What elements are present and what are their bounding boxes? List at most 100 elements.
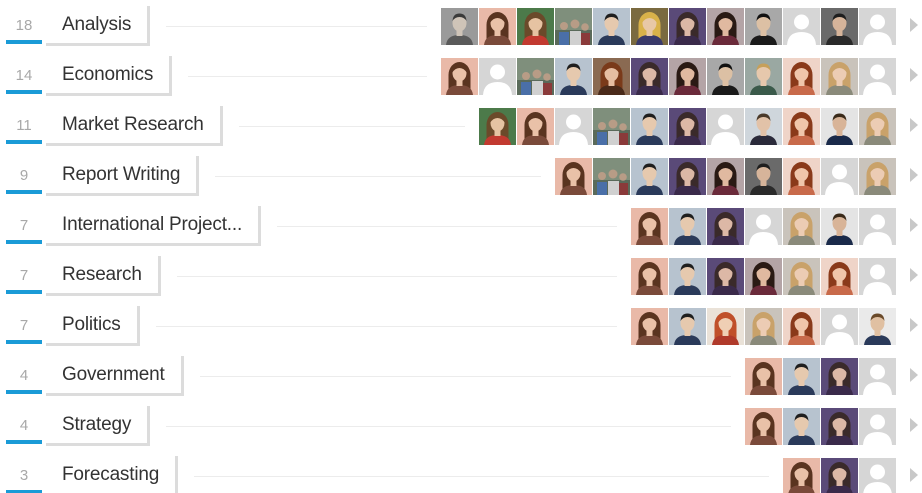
endorser-avatar[interactable] bbox=[821, 208, 858, 245]
endorser-avatar[interactable] bbox=[783, 208, 820, 245]
endorser-avatar[interactable] bbox=[707, 208, 744, 245]
skill-row[interactable]: 4 Strategy bbox=[0, 404, 922, 449]
endorser-avatar[interactable] bbox=[669, 108, 706, 145]
skill-name-pill[interactable]: Report Writing bbox=[46, 156, 200, 196]
endorsement-count[interactable]: 7 bbox=[6, 306, 42, 344]
endorser-avatar[interactable] bbox=[631, 158, 668, 195]
endorser-avatar[interactable] bbox=[821, 358, 858, 395]
chevron-right-icon[interactable] bbox=[910, 18, 918, 32]
skill-name-pill[interactable]: Forecasting bbox=[46, 456, 179, 493]
endorser-avatar[interactable] bbox=[745, 258, 782, 295]
endorser-avatar[interactable] bbox=[745, 208, 782, 245]
endorsement-count[interactable]: 4 bbox=[6, 356, 42, 394]
endorser-avatar[interactable] bbox=[707, 108, 744, 145]
endorser-avatar[interactable] bbox=[859, 358, 896, 395]
endorser-avatar[interactable] bbox=[669, 8, 706, 45]
endorser-avatar[interactable] bbox=[821, 258, 858, 295]
endorsement-count[interactable]: 14 bbox=[6, 56, 42, 94]
endorser-avatar[interactable] bbox=[821, 58, 858, 95]
skill-row[interactable]: 7 Politics bbox=[0, 304, 922, 349]
endorser-avatar[interactable] bbox=[593, 158, 630, 195]
endorser-avatar[interactable] bbox=[783, 108, 820, 145]
endorser-avatar[interactable] bbox=[479, 8, 516, 45]
endorser-avatar[interactable] bbox=[631, 108, 668, 145]
endorser-avatar[interactable] bbox=[783, 258, 820, 295]
endorser-avatar[interactable] bbox=[745, 408, 782, 445]
endorser-avatar[interactable] bbox=[555, 8, 592, 45]
endorser-avatar[interactable] bbox=[669, 158, 706, 195]
endorser-avatar[interactable] bbox=[669, 258, 706, 295]
endorser-avatar[interactable] bbox=[707, 58, 744, 95]
skill-row[interactable]: 7 International Project... bbox=[0, 204, 922, 249]
endorser-avatar[interactable] bbox=[669, 308, 706, 345]
endorser-avatar[interactable] bbox=[555, 158, 592, 195]
skill-name-pill[interactable]: Market Research bbox=[46, 106, 223, 146]
endorser-avatar[interactable] bbox=[783, 308, 820, 345]
endorser-avatar[interactable] bbox=[593, 58, 630, 95]
skill-row[interactable]: 7 Research bbox=[0, 254, 922, 299]
endorser-avatar[interactable] bbox=[783, 458, 820, 493]
endorsement-count[interactable]: 9 bbox=[6, 156, 42, 194]
endorser-avatar[interactable] bbox=[859, 208, 896, 245]
endorser-avatar[interactable] bbox=[631, 258, 668, 295]
endorser-avatar[interactable] bbox=[859, 158, 896, 195]
endorsement-count[interactable]: 7 bbox=[6, 206, 42, 244]
endorsement-count[interactable]: 11 bbox=[6, 106, 42, 144]
skill-row[interactable]: 14 Economics bbox=[0, 54, 922, 99]
endorser-avatar[interactable] bbox=[517, 58, 554, 95]
endorser-avatar[interactable] bbox=[707, 308, 744, 345]
endorser-avatar[interactable] bbox=[631, 308, 668, 345]
endorser-avatar[interactable] bbox=[707, 258, 744, 295]
endorser-avatar[interactable] bbox=[745, 58, 782, 95]
skill-row[interactable]: 3 Forecasting bbox=[0, 454, 922, 493]
endorser-avatar[interactable] bbox=[783, 8, 820, 45]
skill-name-pill[interactable]: Economics bbox=[46, 56, 173, 96]
endorser-avatar[interactable] bbox=[859, 458, 896, 493]
endorsement-count[interactable]: 7 bbox=[6, 256, 42, 294]
endorser-avatar[interactable] bbox=[821, 8, 858, 45]
skill-name-pill[interactable]: Strategy bbox=[46, 406, 151, 446]
endorser-avatar[interactable] bbox=[783, 408, 820, 445]
endorser-avatar[interactable] bbox=[555, 58, 592, 95]
endorser-avatar[interactable] bbox=[783, 158, 820, 195]
endorser-avatar[interactable] bbox=[859, 308, 896, 345]
endorsement-count[interactable]: 3 bbox=[6, 456, 42, 493]
endorser-avatar[interactable] bbox=[631, 208, 668, 245]
chevron-right-icon[interactable] bbox=[910, 168, 918, 182]
endorser-avatar[interactable] bbox=[745, 358, 782, 395]
skill-row[interactable]: 4 Government bbox=[0, 354, 922, 399]
endorser-avatar[interactable] bbox=[745, 8, 782, 45]
endorser-avatar[interactable] bbox=[859, 408, 896, 445]
endorser-avatar[interactable] bbox=[593, 108, 630, 145]
chevron-right-icon[interactable] bbox=[910, 68, 918, 82]
endorser-avatar[interactable] bbox=[441, 8, 478, 45]
endorser-avatar[interactable] bbox=[859, 8, 896, 45]
endorser-avatar[interactable] bbox=[859, 58, 896, 95]
endorser-avatar[interactable] bbox=[669, 208, 706, 245]
endorsement-count[interactable]: 18 bbox=[6, 6, 42, 44]
endorser-avatar[interactable] bbox=[745, 308, 782, 345]
endorser-avatar[interactable] bbox=[479, 58, 516, 95]
endorser-avatar[interactable] bbox=[631, 58, 668, 95]
endorser-avatar[interactable] bbox=[821, 158, 858, 195]
chevron-right-icon[interactable] bbox=[910, 418, 918, 432]
chevron-right-icon[interactable] bbox=[910, 268, 918, 282]
endorser-avatar[interactable] bbox=[859, 108, 896, 145]
endorser-avatar[interactable] bbox=[859, 258, 896, 295]
endorser-avatar[interactable] bbox=[593, 8, 630, 45]
endorser-avatar[interactable] bbox=[745, 108, 782, 145]
endorser-avatar[interactable] bbox=[631, 8, 668, 45]
endorser-avatar[interactable] bbox=[821, 458, 858, 493]
skill-name-pill[interactable]: Analysis bbox=[46, 6, 151, 46]
endorser-avatar[interactable] bbox=[783, 358, 820, 395]
skill-row[interactable]: 18 Analysis bbox=[0, 4, 922, 49]
endorser-avatar[interactable] bbox=[745, 158, 782, 195]
endorser-avatar[interactable] bbox=[821, 408, 858, 445]
endorser-avatar[interactable] bbox=[517, 108, 554, 145]
chevron-right-icon[interactable] bbox=[910, 218, 918, 232]
endorser-avatar[interactable] bbox=[479, 108, 516, 145]
endorser-avatar[interactable] bbox=[517, 8, 554, 45]
endorser-avatar[interactable] bbox=[707, 8, 744, 45]
endorser-avatar[interactable] bbox=[783, 58, 820, 95]
endorser-avatar[interactable] bbox=[707, 158, 744, 195]
